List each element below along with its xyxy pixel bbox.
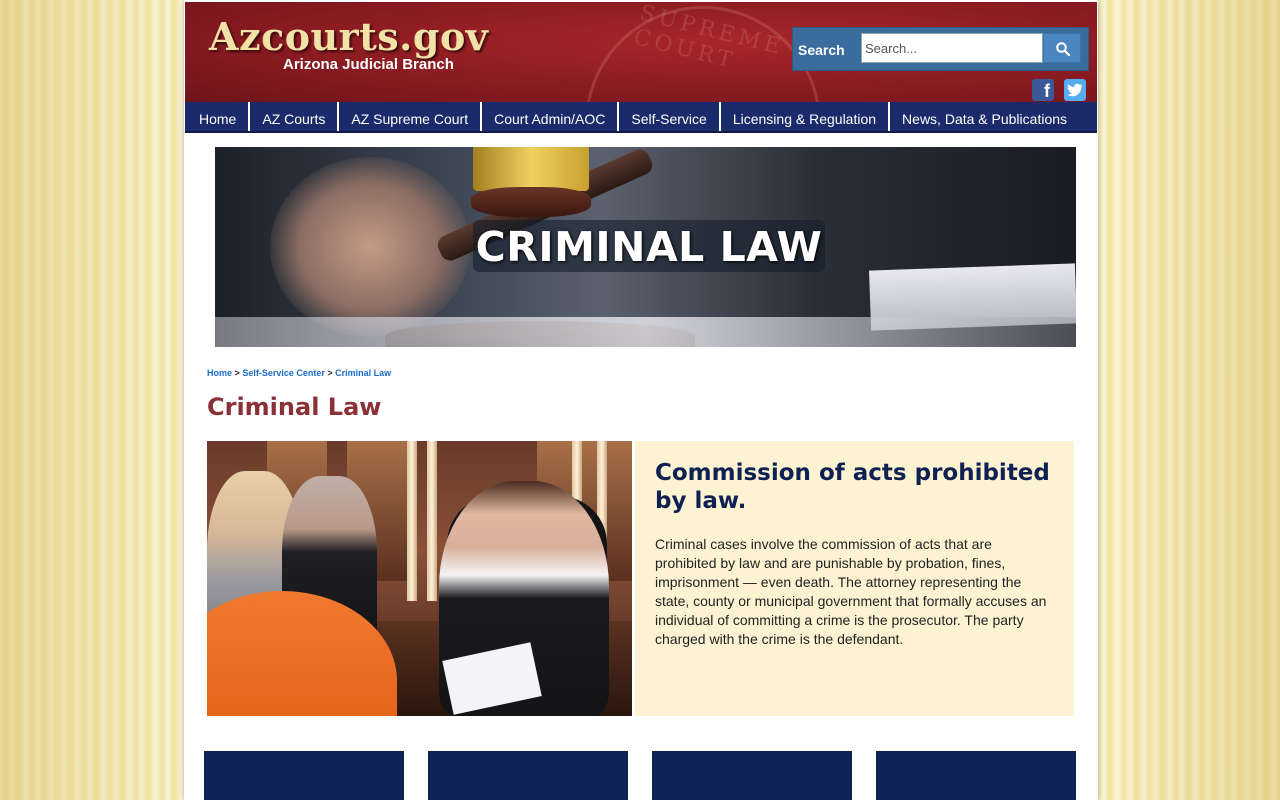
info-box: Commission of acts prohibited by law. Cr… [635,441,1074,716]
hero-title: CRIMINAL LAW [475,223,823,271]
breadcrumb-separator: > [327,368,333,378]
search-icon [1056,42,1070,56]
page-title: Criminal Law [207,393,382,421]
nav-court-admin-aoc[interactable]: Court Admin/AOC [482,102,620,131]
nav-home[interactable]: Home [185,102,251,131]
courtroom-photo [207,441,632,716]
nav-self-service[interactable]: Self-Service [619,102,721,131]
breadcrumb-home[interactable]: Home [207,368,232,378]
hero-banner: CRIMINAL LAW [215,147,1076,347]
breadcrumb-self-service-center[interactable]: Self-Service Center [242,368,325,378]
site-logo-title[interactable]: Azcourts.gov [209,14,488,59]
breadcrumb: Home > Self-Service Center > Criminal La… [207,368,391,378]
search-box: Search [792,27,1089,71]
gavel-head [471,187,591,217]
search-button[interactable] [1043,33,1081,63]
nav-az-supreme-court[interactable]: AZ Supreme Court [339,102,483,131]
gavel-gold-band [473,147,589,191]
facebook-icon[interactable]: f [1032,79,1054,101]
twitter-icon[interactable] [1064,79,1086,101]
page-container: SUPREME COURT Azcourts.gov Arizona Judic… [184,0,1098,800]
breadcrumb-criminal-law[interactable]: Criminal Law [335,368,391,378]
info-heading: Commission of acts prohibited by law. [655,460,1050,514]
feature-tile[interactable] [204,751,404,800]
hero-desk [215,317,1076,347]
breadcrumb-separator: > [234,368,240,378]
info-body: Criminal cases involve the commission of… [655,536,1047,647]
nav-licensing-regulation[interactable]: Licensing & Regulation [721,102,891,131]
twitter-bird-icon [1067,83,1083,97]
main-nav: Home AZ Courts AZ Supreme Court Court Ad… [185,102,1097,133]
nav-az-courts[interactable]: AZ Courts [250,102,340,131]
feature-tiles [204,751,1076,800]
photo-column [427,441,437,601]
nav-news-data-publications[interactable]: News, Data & Publications [890,102,1079,131]
feature-tile[interactable] [652,751,852,800]
site-header: SUPREME COURT Azcourts.gov Arizona Judic… [185,2,1097,102]
search-input[interactable] [861,33,1043,63]
feature-tile[interactable] [876,751,1076,800]
photo-column [407,441,417,601]
site-logo-subtitle: Arizona Judicial Branch [283,56,454,73]
search-label: Search [798,42,845,58]
feature-tile[interactable] [428,751,628,800]
